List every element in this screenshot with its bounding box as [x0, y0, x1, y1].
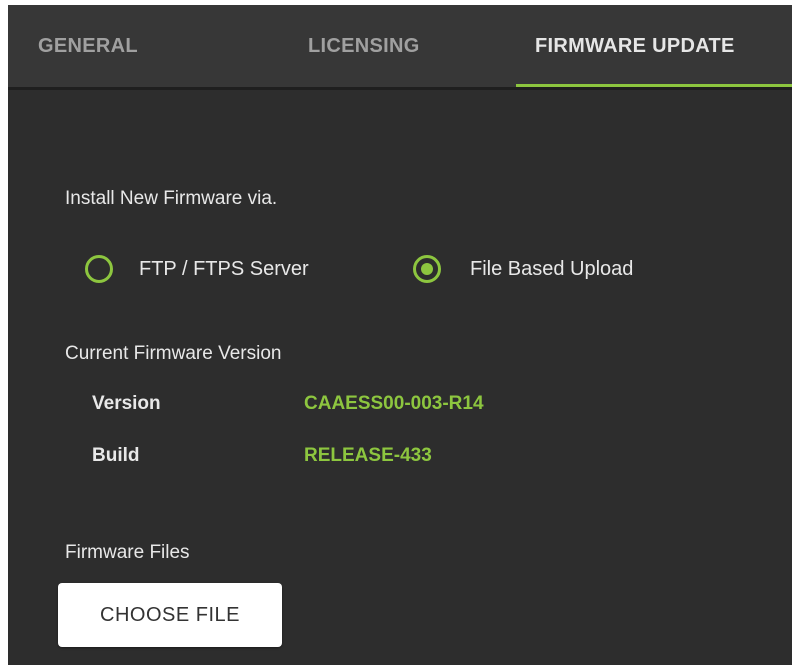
- version-label: Version: [92, 393, 161, 414]
- radio-ftp-server[interactable]: [85, 255, 113, 283]
- tab-bar: GENERAL LICENSING FIRMWARE UPDATE: [8, 5, 792, 90]
- install-method-label: Install New Firmware via.: [65, 188, 278, 209]
- tab-licensing[interactable]: LICENSING: [308, 5, 420, 87]
- radio-file-upload[interactable]: [413, 255, 441, 283]
- build-value: RELEASE-433: [304, 445, 432, 466]
- radio-ftp-server-label[interactable]: FTP / FTPS Server: [139, 258, 309, 281]
- current-firmware-heading: Current Firmware Version: [65, 343, 282, 364]
- firmware-files-label: Firmware Files: [65, 542, 190, 563]
- firmware-settings-panel: GENERAL LICENSING FIRMWARE UPDATE Instal…: [8, 5, 792, 665]
- tab-firmware-update[interactable]: FIRMWARE UPDATE: [535, 5, 735, 87]
- tab-general[interactable]: GENERAL: [38, 5, 138, 87]
- choose-file-button[interactable]: CHOOSE FILE: [58, 583, 282, 647]
- radio-selected-dot: [421, 263, 433, 275]
- active-tab-indicator: [516, 84, 792, 87]
- build-label: Build: [92, 445, 140, 466]
- radio-file-upload-label[interactable]: File Based Upload: [470, 258, 633, 281]
- version-value: CAAESS00-003-R14: [304, 393, 484, 414]
